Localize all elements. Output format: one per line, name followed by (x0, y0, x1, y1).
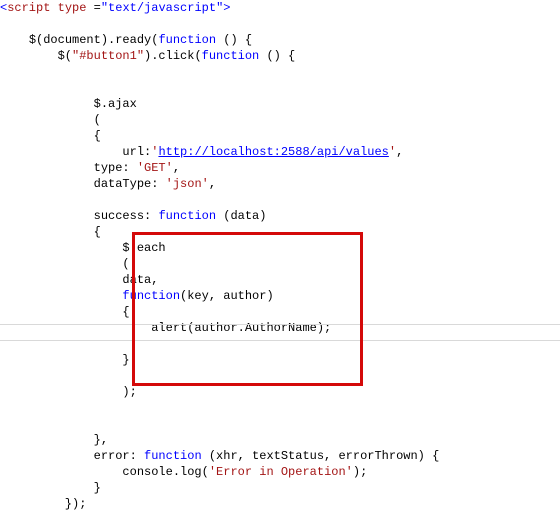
btn-tail: ).click( (144, 49, 202, 63)
success-key: success: (0, 209, 158, 223)
comma: , (173, 161, 180, 175)
success-close: }, (0, 433, 108, 447)
keyword-function: function (122, 289, 180, 303)
console-close: ); (353, 465, 367, 479)
ajax-close: }); (0, 497, 86, 511)
each-params: (key, author) (180, 289, 274, 303)
paren-open: ( (0, 113, 101, 127)
btn-line: $( (0, 49, 72, 63)
type-val: 'GET' (137, 161, 173, 175)
fn-tail-2: () { (259, 49, 295, 63)
console-log: console.log( (0, 465, 209, 479)
keyword-function: function (202, 49, 260, 63)
selector: "#button1" (72, 49, 144, 63)
datatype-val: 'json' (166, 177, 209, 191)
error-key: error: (0, 449, 144, 463)
error-tail: (xhr, textStatus, errorThrown) { (202, 449, 440, 463)
equals: = (86, 1, 100, 15)
comma: , (396, 145, 403, 159)
guide-line (0, 324, 560, 325)
attr-val: "text/javascript" (101, 1, 223, 15)
brace-open: { (0, 129, 101, 143)
brace-close: } (0, 481, 101, 495)
jquery-ready: $(document).ready( (29, 33, 159, 47)
indent (0, 289, 122, 303)
brace-close: } (0, 353, 130, 367)
brace-open: { (0, 225, 101, 239)
success-tail: (data) (216, 209, 266, 223)
attr-type: type (58, 1, 87, 15)
url-quote: ' (389, 145, 396, 159)
guide-line (0, 340, 560, 341)
datatype-key: dataType: (0, 177, 166, 191)
keyword-function: function (158, 209, 216, 223)
paren-close: ); (0, 385, 137, 399)
brace-open: { (0, 305, 130, 319)
fn-tail: () { (216, 33, 252, 47)
url-key: url: (0, 145, 151, 159)
type-key: type: (0, 161, 137, 175)
angle-close: > (223, 1, 230, 15)
tag-script: script (7, 1, 50, 15)
code-container: <script type ="text/javascript"> $(docum… (0, 0, 560, 527)
comma: , (209, 177, 216, 191)
keyword-function: function (144, 449, 202, 463)
each-line: $.each (0, 241, 166, 255)
code-block: <script type ="text/javascript"> $(docum… (0, 0, 560, 512)
paren-open: ( (0, 257, 130, 271)
each-data: data, (0, 273, 158, 287)
error-msg: 'Error in Operation' (209, 465, 353, 479)
ajax-line: $.ajax (0, 97, 137, 111)
url-link[interactable]: http://localhost:2588/api/values (158, 145, 388, 159)
keyword-function: function (158, 33, 216, 47)
